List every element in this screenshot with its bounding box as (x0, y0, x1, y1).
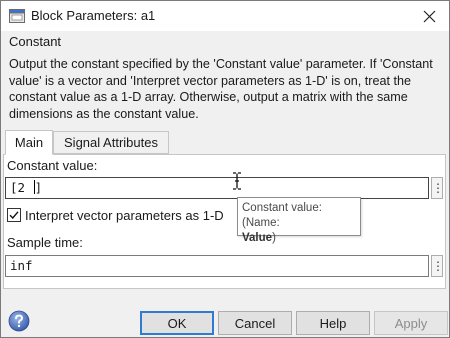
title-bar: Block Parameters: a1 (1, 1, 449, 31)
ok-button[interactable]: OK (140, 311, 214, 335)
text-ibeam-cursor-icon (233, 172, 241, 190)
cancel-button[interactable]: Cancel (218, 311, 292, 335)
tab-signal-attributes[interactable]: Signal Attributes (53, 131, 169, 154)
sample-time-input[interactable]: inf (5, 255, 429, 277)
constant-value-label: Constant value: (7, 158, 98, 173)
tooltip-line-2: Value) (242, 231, 356, 246)
interpret-1d-label: Interpret vector parameters as 1-D (25, 208, 224, 223)
parameter-tooltip: Constant value: (Name: Value) (237, 197, 361, 244)
block-description: Output the constant specified by the 'Co… (9, 57, 433, 121)
tooltip-line-2-suffix: ) (272, 232, 276, 244)
tooltip-param-name: Value (242, 232, 273, 244)
interpret-1d-checkbox[interactable] (7, 208, 21, 222)
close-button[interactable] (409, 1, 449, 31)
sample-time-label: Sample time: (7, 235, 83, 250)
constant-value-input[interactable]: [2 ] (5, 177, 429, 199)
apply-button[interactable]: Apply (374, 311, 448, 335)
checkmark-icon (9, 211, 19, 220)
block-type-heading: Constant (9, 34, 62, 49)
tooltip-line-1: Constant value: (Name: (242, 202, 322, 229)
tab-bar: Main Signal Attributes (1, 130, 449, 155)
constant-value-text: [2 ] (10, 180, 43, 195)
block-parameters-dialog: Block Parameters: a1 Constant Output the… (0, 0, 450, 338)
close-icon (423, 10, 435, 22)
simulink-block-icon (9, 9, 25, 23)
text-caret (33, 180, 35, 194)
help-button[interactable]: Help (296, 311, 370, 335)
sample-time-menu-button[interactable]: ⋮ (431, 255, 444, 277)
tab-main[interactable]: Main (5, 130, 53, 155)
window-title: Block Parameters: a1 (31, 8, 156, 23)
sample-time-text: inf (10, 258, 33, 273)
constant-value-menu-button[interactable]: ⋮ (431, 177, 444, 199)
dialog-footer: OK Cancel Help Apply (1, 299, 449, 337)
help-question-icon[interactable] (8, 310, 30, 332)
